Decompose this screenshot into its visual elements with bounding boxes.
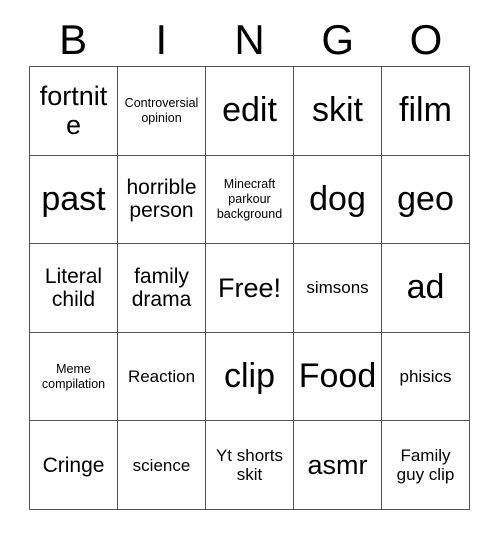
bingo-cell-n1[interactable]: edit: [206, 67, 294, 156]
bingo-cell-label: Meme compilation: [41, 361, 106, 391]
bingo-cell-label: geo: [397, 179, 454, 218]
bingo-cell-o1[interactable]: film: [382, 67, 470, 156]
bingo-cell-g4[interactable]: Food: [294, 332, 382, 422]
bingo-row: Cringe science Yt shorts skit asmr Famil…: [30, 421, 470, 510]
bingo-cell-label: Minecraft parkour background: [216, 177, 283, 221]
bingo-cell-label: Family guy clip: [396, 446, 455, 485]
bingo-cell-label: family drama: [131, 264, 192, 311]
bingo-cell-label: Yt shorts skit: [215, 446, 284, 485]
bingo-cell-o5[interactable]: Family guy clip: [382, 421, 470, 510]
bingo-cell-n4[interactable]: clip: [206, 332, 294, 422]
bingo-cell-label: edit: [222, 91, 277, 130]
bingo-row: fortnite Controversial opinion edit skit…: [30, 67, 470, 156]
bingo-cell-b1[interactable]: fortnite: [30, 67, 118, 156]
bingo-cell-label: Reaction: [127, 367, 196, 387]
bingo-cell-n5[interactable]: Yt shorts skit: [206, 421, 294, 510]
bingo-row: Meme compilation Reaction clip Food phis…: [30, 332, 470, 422]
bingo-cell-b4[interactable]: Meme compilation: [30, 332, 118, 422]
bingo-grid: fortnite Controversial opinion edit skit…: [29, 66, 470, 510]
header-letter-o: O: [409, 16, 443, 63]
bingo-header: B I N G O: [29, 14, 470, 66]
bingo-cell-label: simsons: [306, 278, 369, 298]
bingo-cell-label: Free!: [217, 272, 282, 303]
bingo-cell-label: science: [132, 455, 191, 475]
bingo-cell-n2[interactable]: Minecraft parkour background: [206, 155, 294, 245]
bingo-cell-label: Literal child: [44, 264, 103, 311]
bingo-cell-label: ad: [406, 268, 445, 307]
bingo-cell-o3[interactable]: ad: [382, 244, 470, 333]
bingo-cell-label: phisics: [399, 367, 452, 387]
bingo-cell-i4[interactable]: Reaction: [118, 332, 206, 422]
bingo-card: B I N G O fortnite Controversial opinion…: [29, 14, 470, 510]
bingo-cell-o2[interactable]: geo: [382, 155, 470, 245]
bingo-cell-b2[interactable]: past: [30, 155, 118, 245]
bingo-cell-label: dog: [309, 179, 366, 218]
bingo-cell-label: Controversial opinion: [124, 96, 199, 125]
bingo-cell-i2[interactable]: horrible person: [118, 155, 206, 245]
bingo-cell-g2[interactable]: dog: [294, 155, 382, 245]
header-letter-n: N: [234, 16, 265, 63]
bingo-cell-i5[interactable]: science: [118, 421, 206, 510]
bingo-cell-g3[interactable]: simsons: [294, 244, 382, 333]
bingo-row: Literal child family drama Free! simsons…: [30, 244, 470, 333]
bingo-row: past horrible person Minecraft parkour b…: [30, 155, 470, 245]
bingo-cell-label: Food: [298, 356, 377, 395]
bingo-cell-b5[interactable]: Cringe: [30, 421, 118, 510]
bingo-cell-label: fortnite: [39, 81, 108, 140]
bingo-cell-label: horrible person: [126, 176, 197, 223]
header-letter-b: B: [59, 16, 88, 63]
bingo-cell-label: asmr: [307, 449, 368, 480]
bingo-cell-label: film: [399, 91, 452, 130]
bingo-cell-label: Cringe: [42, 453, 105, 477]
bingo-cell-label: clip: [223, 356, 276, 395]
bingo-cell-b3[interactable]: Literal child: [30, 244, 118, 333]
bingo-cell-free-space[interactable]: Free!: [206, 244, 294, 333]
bingo-cell-g5[interactable]: asmr: [294, 421, 382, 510]
header-letter-i: I: [155, 16, 168, 63]
header-letter-g: G: [321, 16, 355, 63]
bingo-cell-g1[interactable]: skit: [294, 67, 382, 156]
bingo-cell-label: skit: [312, 91, 363, 130]
bingo-cell-label: past: [41, 179, 106, 218]
bingo-cell-o4[interactable]: phisics: [382, 332, 470, 422]
bingo-cell-i1[interactable]: Controversial opinion: [118, 67, 206, 156]
bingo-cell-i3[interactable]: family drama: [118, 244, 206, 333]
